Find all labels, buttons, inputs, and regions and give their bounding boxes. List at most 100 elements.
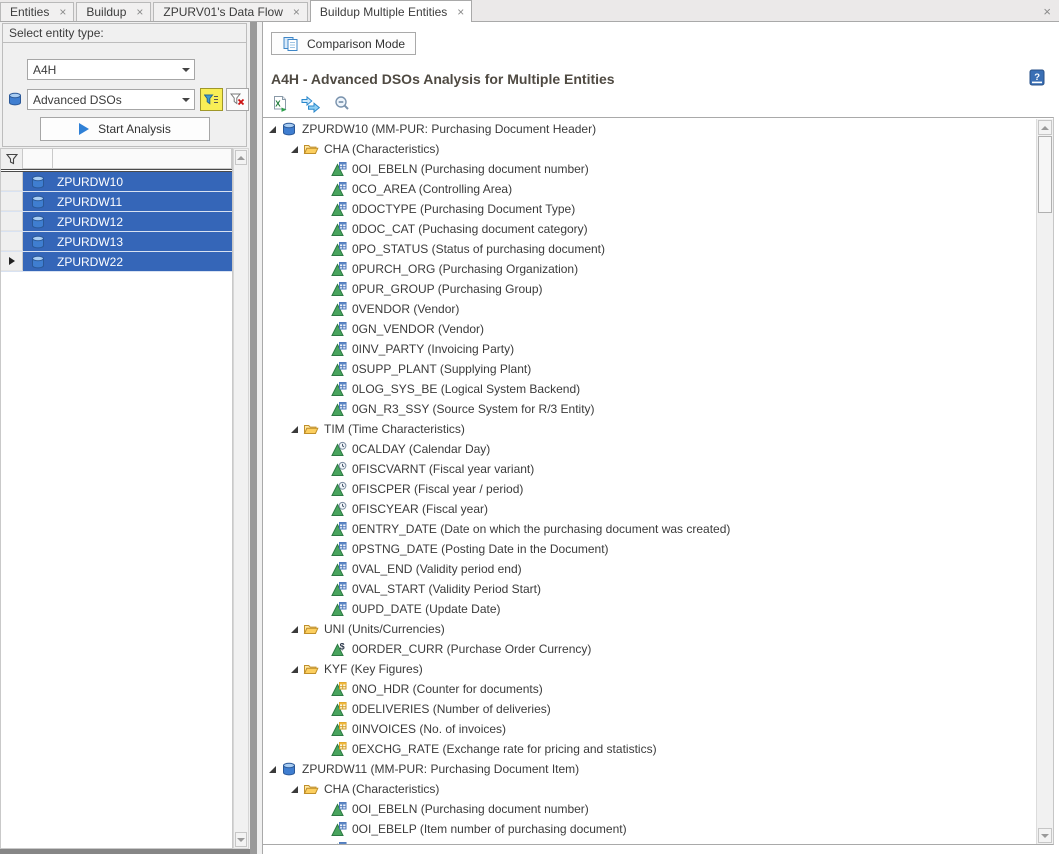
- tree-row[interactable]: 0INV_PARTY (Invoicing Party): [263, 339, 1036, 359]
- tab-close-icon[interactable]: ×: [136, 6, 143, 18]
- expander-expanded-icon[interactable]: [269, 766, 276, 773]
- tree-row[interactable]: 0OI_EBELN (Purchasing document number): [263, 799, 1036, 819]
- tree-row[interactable]: 0VAL_START (Validity Period Start): [263, 579, 1036, 599]
- tree-row[interactable]: TIM (Time Characteristics): [263, 419, 1036, 439]
- expander-expanded-icon[interactable]: [291, 786, 298, 793]
- entity-row[interactable]: ZPURDW22: [1, 252, 232, 272]
- transfer-icon[interactable]: [301, 95, 321, 113]
- tree-label: 0INVOICES (No. of invoices): [352, 722, 506, 736]
- entity-name[interactable]: ZPURDW12: [53, 212, 232, 231]
- tree-row[interactable]: 0SUPP_PLANT (Supplying Plant): [263, 359, 1036, 379]
- tree-row[interactable]: 0VENDOR (Vendor): [263, 299, 1036, 319]
- comparison-mode-label: Comparison Mode: [307, 37, 405, 51]
- tree-row[interactable]: CHA (Characteristics): [263, 139, 1036, 159]
- scroll-up-button[interactable]: [1038, 120, 1052, 135]
- tree-row[interactable]: 0UPD_DATE (Update Date): [263, 599, 1036, 619]
- tree-row[interactable]: 0DOCTYPE (Purchasing Document Type): [263, 199, 1036, 219]
- tree-row[interactable]: 0CO_AREA (Controlling Area): [263, 179, 1036, 199]
- tree-row[interactable]: 0FISCYEAR (Fiscal year): [263, 499, 1036, 519]
- tree-row[interactable]: ZPURDW11 (MM-PUR: Purchasing Document It…: [263, 759, 1036, 779]
- tree-row[interactable]: 0OI_EBELP (Item number of purchasing doc…: [263, 819, 1036, 839]
- filter-apply-button[interactable]: [200, 88, 223, 111]
- entity-row[interactable]: ZPURDW10: [1, 172, 232, 192]
- tree-row[interactable]: [263, 839, 1036, 844]
- arrow-down-icon: [237, 838, 245, 842]
- tab-buildup[interactable]: Buildup×: [76, 2, 151, 21]
- tree-row[interactable]: 0PUR_GROUP (Purchasing Group): [263, 279, 1036, 299]
- tree-row[interactable]: 0VAL_END (Validity period end): [263, 559, 1036, 579]
- tree-label: 0SUPP_PLANT (Supplying Plant): [352, 362, 531, 376]
- panel-close-icon[interactable]: ×: [1043, 4, 1051, 19]
- start-analysis-button[interactable]: Start Analysis: [40, 117, 210, 141]
- tab-entities[interactable]: Entities×: [0, 2, 74, 21]
- tree-row[interactable]: $0ORDER_CURR (Purchase Order Currency): [263, 639, 1036, 659]
- entity-name[interactable]: ZPURDW10: [53, 172, 232, 191]
- folder-icon: [303, 421, 319, 437]
- tree-row[interactable]: 0CALDAY (Calendar Day): [263, 439, 1036, 459]
- entity-row[interactable]: ZPURDW13: [1, 232, 232, 252]
- kyf-icon: [331, 741, 347, 757]
- tree-row[interactable]: UNI (Units/Currencies): [263, 619, 1036, 639]
- tree-row[interactable]: 0INVOICES (No. of invoices): [263, 719, 1036, 739]
- tab-close-icon[interactable]: ×: [457, 6, 464, 18]
- export-excel-icon[interactable]: X: [271, 95, 289, 113]
- tab-close-icon[interactable]: ×: [59, 6, 66, 18]
- entity-name[interactable]: ZPURDW13: [53, 232, 232, 251]
- filter-row-icon[interactable]: [1, 149, 23, 169]
- tree-row[interactable]: 0LOG_SYS_BE (Logical System Backend): [263, 379, 1036, 399]
- zoom-out-icon[interactable]: [333, 95, 351, 113]
- tree-row[interactable]: ZPURDW10 (MM-PUR: Purchasing Document He…: [263, 119, 1036, 139]
- tree-row[interactable]: 0FISCVARNT (Fiscal year variant): [263, 459, 1036, 479]
- tree-label: 0EXCHG_RATE (Exchange rate for pricing a…: [352, 742, 657, 756]
- tree-row[interactable]: 0DOC_CAT (Puchasing document category): [263, 219, 1036, 239]
- tree-row[interactable]: 0NO_HDR (Counter for documents): [263, 679, 1036, 699]
- expander-expanded-icon[interactable]: [291, 146, 298, 153]
- entity-list-scrollbar[interactable]: [233, 148, 249, 849]
- tree-label: 0FISCPER (Fiscal year / period): [352, 482, 523, 496]
- arrow-down-icon: [1041, 834, 1049, 838]
- row-indicator: [1, 172, 23, 191]
- entity-name[interactable]: ZPURDW22: [53, 252, 232, 271]
- name-column-header[interactable]: [53, 149, 232, 169]
- tab-close-icon[interactable]: ×: [293, 6, 300, 18]
- cha-icon: [331, 581, 347, 597]
- entity-type-select[interactable]: Advanced DSOs: [27, 89, 195, 110]
- tree-row[interactable]: 0PURCH_ORG (Purchasing Organization): [263, 259, 1036, 279]
- expander-expanded-icon[interactable]: [291, 666, 298, 673]
- entity-row[interactable]: ZPURDW11: [1, 192, 232, 212]
- folder-icon: [303, 661, 319, 677]
- tree-row[interactable]: 0PSTNG_DATE (Posting Date in the Documen…: [263, 539, 1036, 559]
- cha-icon: [331, 181, 347, 197]
- tree-scrollbar[interactable]: [1036, 119, 1053, 844]
- filter-clear-button[interactable]: [226, 88, 249, 111]
- help-book-icon[interactable]: ?: [1029, 69, 1045, 86]
- tree-row[interactable]: 0OI_EBELN (Purchasing document number): [263, 159, 1036, 179]
- scroll-down-button[interactable]: [235, 832, 247, 847]
- scroll-up-button[interactable]: [235, 150, 247, 165]
- main-panel: Comparison Mode A4H - Advanced DSOs Anal…: [262, 22, 1059, 854]
- entity-name[interactable]: ZPURDW11: [53, 192, 232, 211]
- entity-list-rows: ZPURDW10ZPURDW11ZPURDW12ZPURDW13ZPURDW22: [1, 172, 232, 272]
- tree-row[interactable]: KYF (Key Figures): [263, 659, 1036, 679]
- scroll-down-button[interactable]: [1038, 828, 1052, 843]
- tree-row[interactable]: 0FISCPER (Fiscal year / period): [263, 479, 1036, 499]
- tree-row[interactable]: 0GN_R3_SSY (Source System for R/3 Entity…: [263, 399, 1036, 419]
- expander-expanded-icon[interactable]: [269, 126, 276, 133]
- scrollbar-thumb[interactable]: [1038, 136, 1052, 213]
- tree-row[interactable]: 0ENTRY_DATE (Date on which the purchasin…: [263, 519, 1036, 539]
- tree-row[interactable]: CHA (Characteristics): [263, 779, 1036, 799]
- cha-icon: [331, 601, 347, 617]
- tab-zpurv01-s-data-flow[interactable]: ZPURV01's Data Flow×: [153, 2, 307, 21]
- tree-row[interactable]: 0EXCHG_RATE (Exchange rate for pricing a…: [263, 739, 1036, 759]
- system-select[interactable]: A4H: [27, 59, 195, 80]
- panel-splitter[interactable]: [250, 22, 257, 854]
- tree-row[interactable]: 0GN_VENDOR (Vendor): [263, 319, 1036, 339]
- tree-row[interactable]: 0DELIVERIES (Number of deliveries): [263, 699, 1036, 719]
- tab-buildup-multiple-entities[interactable]: Buildup Multiple Entities×: [310, 0, 472, 22]
- expander-expanded-icon[interactable]: [291, 626, 298, 633]
- expander-expanded-icon[interactable]: [291, 426, 298, 433]
- comparison-mode-button[interactable]: Comparison Mode: [271, 32, 416, 55]
- entity-row[interactable]: ZPURDW12: [1, 212, 232, 232]
- tree-row[interactable]: 0PO_STATUS (Status of purchasing documen…: [263, 239, 1036, 259]
- icon-column-header[interactable]: [23, 149, 53, 169]
